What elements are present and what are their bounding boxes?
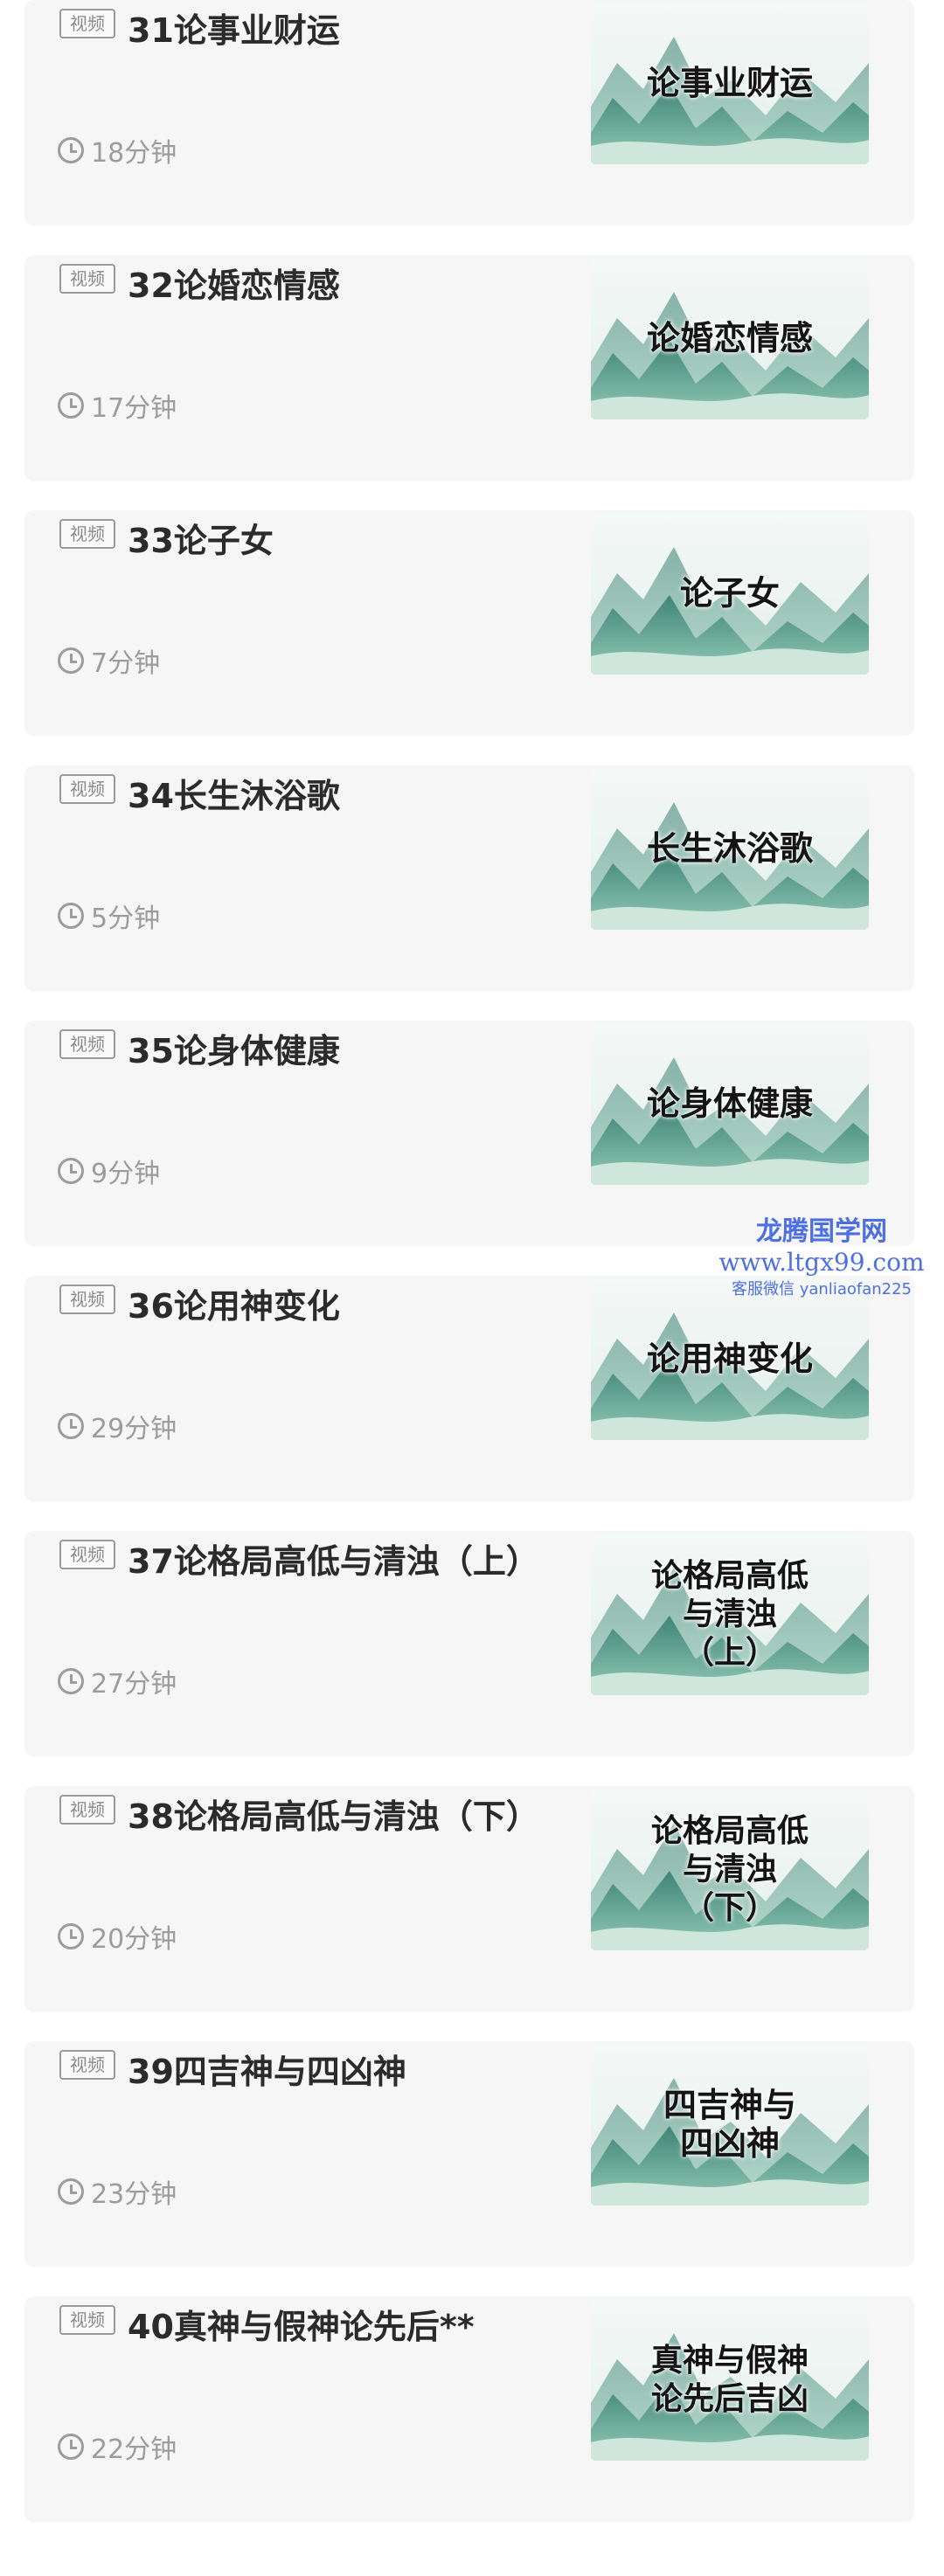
lesson-card[interactable]: 视频 34长生沐浴歌 5分钟 长生沐浴歌 bbox=[24, 765, 914, 991]
lesson-card[interactable]: 视频 32论婚恋情感 17分钟 论婚恋情感 bbox=[24, 255, 914, 481]
lesson-thumbnail[interactable]: 论身体健康 bbox=[591, 1022, 869, 1185]
lesson-thumbnail[interactable]: 四吉神与 四凶神 bbox=[591, 2043, 869, 2206]
clock-icon bbox=[58, 1668, 84, 1694]
video-badge: 视频 bbox=[59, 774, 115, 804]
lesson-thumbnail[interactable]: 长生沐浴歌 bbox=[591, 767, 869, 930]
lesson-card[interactable]: 视频 39四吉神与四凶神 23分钟 四吉神与 四凶神 bbox=[24, 2041, 914, 2267]
lesson-duration: 17分钟 bbox=[58, 388, 177, 424]
lesson-thumbnail[interactable]: 论格局高低 与清浊 （下） bbox=[591, 1788, 869, 1950]
video-badge: 视频 bbox=[59, 2050, 115, 2080]
lesson-thumbnail[interactable]: 论用神变化 bbox=[591, 1278, 869, 1440]
video-badge: 视频 bbox=[59, 519, 115, 549]
duration-text: 9分钟 bbox=[91, 1159, 161, 1189]
clock-icon bbox=[58, 2434, 84, 2460]
watermark-contact: 客服微信 yanliaofan225 bbox=[732, 1280, 912, 1298]
lesson-title[interactable]: 38论格局高低与清浊（下） bbox=[128, 1790, 539, 1838]
clock-icon bbox=[58, 1158, 84, 1184]
lesson-thumbnail[interactable]: 真神与假神 论先后吉凶 bbox=[591, 2298, 869, 2461]
thumbnail-caption: 长生沐浴歌 bbox=[646, 828, 813, 868]
clock-icon bbox=[58, 903, 84, 929]
lesson-card[interactable]: 视频 33论子女 7分钟 论子女 bbox=[24, 510, 914, 736]
thumbnail-caption: 论格局高低 与清浊 （上） bbox=[650, 1557, 809, 1671]
lesson-duration: 22分钟 bbox=[58, 2429, 177, 2465]
video-badge: 视频 bbox=[59, 1029, 115, 1059]
lesson-duration: 29分钟 bbox=[58, 1409, 177, 1444]
lesson-title[interactable]: 40真神与假神论先后** bbox=[128, 2300, 475, 2348]
clock-icon bbox=[58, 1413, 84, 1439]
lesson-title[interactable]: 33论子女 bbox=[128, 514, 274, 562]
thumbnail-caption: 论用神变化 bbox=[646, 1339, 813, 1378]
watermark-name: 龙腾国学网 bbox=[756, 1216, 887, 1247]
lesson-card[interactable]: 视频 37论格局高低与清浊（上） 27分钟 论格局高低 与清浊 （上） bbox=[24, 1531, 914, 1756]
watermark-url: www.ltgx99.com bbox=[718, 1248, 925, 1277]
thumbnail-caption: 四吉神与 四凶神 bbox=[663, 2085, 796, 2163]
lesson-title[interactable]: 39四吉神与四凶神 bbox=[128, 2045, 406, 2093]
thumbnail-caption: 论婚恋情感 bbox=[646, 318, 813, 357]
lesson-duration: 9分钟 bbox=[58, 1153, 161, 1189]
lesson-duration: 18分钟 bbox=[58, 133, 177, 169]
clock-icon bbox=[58, 1923, 84, 1949]
video-badge: 视频 bbox=[59, 1285, 115, 1314]
site-watermark: 龙腾国学网 www.ltgx99.com 客服微信 yanliaofan225 bbox=[717, 1209, 927, 1299]
lesson-card[interactable]: 视频 36论用神变化 29分钟 论用神变化 bbox=[24, 1276, 914, 1501]
lesson-thumbnail[interactable]: 论格局高低 与清浊 （上） bbox=[591, 1533, 869, 1695]
lesson-thumbnail[interactable]: 论事业财运 bbox=[591, 2, 869, 164]
lesson-title[interactable]: 32论婚恋情感 bbox=[128, 259, 340, 307]
duration-text: 17分钟 bbox=[91, 393, 177, 424]
duration-text: 22分钟 bbox=[91, 2434, 177, 2465]
lesson-duration: 7分钟 bbox=[58, 643, 161, 679]
duration-text: 23分钟 bbox=[91, 2179, 177, 2210]
thumbnail-caption: 论格局高低 与清浊 （下） bbox=[650, 1812, 809, 1926]
clock-icon bbox=[58, 392, 84, 419]
thumbnail-caption: 论子女 bbox=[679, 573, 780, 613]
duration-text: 20分钟 bbox=[91, 1924, 177, 1955]
duration-text: 18分钟 bbox=[91, 138, 177, 169]
lesson-duration: 27分钟 bbox=[58, 1664, 177, 1700]
lesson-title[interactable]: 35论身体健康 bbox=[128, 1024, 340, 1072]
thumbnail-caption: 论身体健康 bbox=[646, 1084, 813, 1123]
video-badge: 视频 bbox=[59, 1795, 115, 1825]
clock-icon bbox=[58, 137, 84, 163]
lesson-thumbnail[interactable]: 论婚恋情感 bbox=[591, 257, 869, 419]
lesson-card[interactable]: 视频 40真神与假神论先后** 22分钟 真神与假神 论先后吉凶 bbox=[24, 2296, 914, 2522]
clock-icon bbox=[58, 647, 84, 674]
duration-text: 29分钟 bbox=[91, 1414, 177, 1444]
lesson-title[interactable]: 31论事业财运 bbox=[128, 3, 340, 52]
thumbnail-caption: 真神与假神 论先后吉凶 bbox=[650, 2342, 809, 2417]
duration-text: 7分钟 bbox=[91, 648, 161, 679]
lesson-duration: 5分钟 bbox=[58, 898, 161, 934]
lesson-duration: 23分钟 bbox=[58, 2174, 177, 2210]
duration-text: 27分钟 bbox=[91, 1669, 177, 1700]
lesson-title[interactable]: 34长生沐浴歌 bbox=[128, 769, 340, 817]
thumbnail-caption: 论事业财运 bbox=[646, 63, 813, 102]
lesson-title[interactable]: 37论格局高低与清浊（上） bbox=[128, 1534, 539, 1582]
video-badge: 视频 bbox=[59, 1540, 115, 1569]
lesson-card[interactable]: 视频 31论事业财运 18分钟 论事业财运 bbox=[24, 0, 914, 225]
duration-text: 5分钟 bbox=[91, 904, 161, 934]
lesson-duration: 20分钟 bbox=[58, 1919, 177, 1955]
clock-icon bbox=[58, 2178, 84, 2205]
video-badge: 视频 bbox=[59, 9, 115, 38]
lesson-title[interactable]: 36论用神变化 bbox=[128, 1279, 340, 1327]
video-badge: 视频 bbox=[59, 2305, 115, 2335]
video-badge: 视频 bbox=[59, 264, 115, 294]
lesson-card[interactable]: 视频 38论格局高低与清浊（下） 20分钟 论格局高低 与清浊 （下） bbox=[24, 1786, 914, 2012]
lesson-thumbnail[interactable]: 论子女 bbox=[591, 512, 869, 675]
